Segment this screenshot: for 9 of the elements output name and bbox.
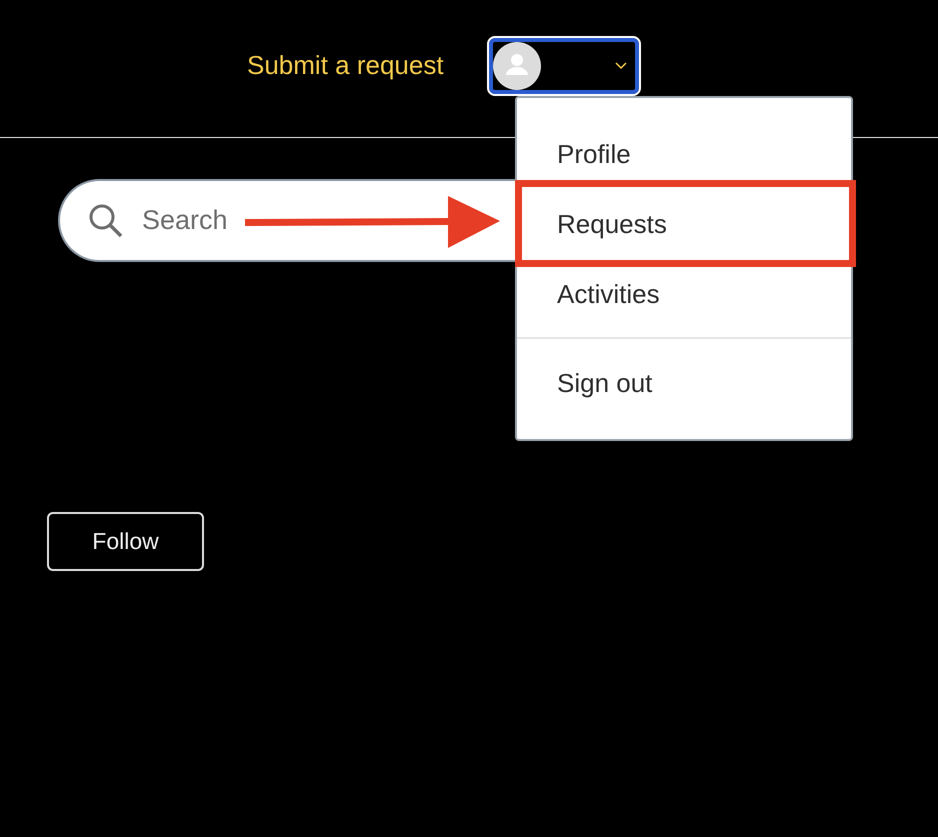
search-icon	[88, 202, 124, 238]
avatar-icon	[492, 42, 541, 90]
menu-item[interactable]: Activities	[517, 259, 851, 329]
caret-icon	[614, 62, 627, 70]
submit-request-link[interactable]: Submit a request	[247, 50, 444, 81]
follow-button[interactable]: Follow	[47, 512, 204, 571]
search-input[interactable]: Search	[140, 204, 444, 237]
menu-item[interactable]: Sign out	[517, 337, 851, 418]
user-menu-button[interactable]	[488, 38, 639, 94]
